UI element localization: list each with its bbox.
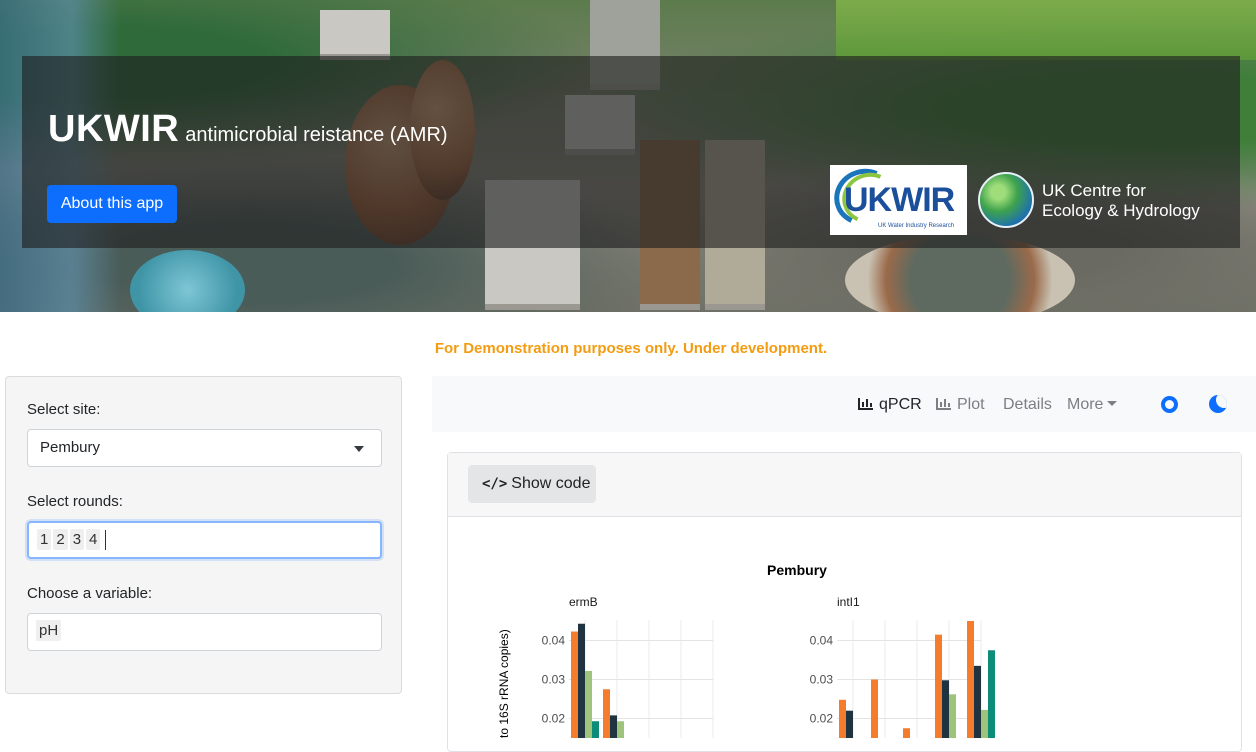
bar <box>610 715 617 738</box>
y-tick-label: 0.02 <box>542 712 566 726</box>
variable-label: Choose a variable: <box>27 585 153 602</box>
app-title-main: UKWIR <box>48 108 180 150</box>
sidebar-panel: Select site: Pembury Select rounds: 1234… <box>5 376 402 694</box>
tab-qpcr[interactable]: qPCR <box>858 396 922 414</box>
round-chip[interactable]: 2 <box>53 529 68 550</box>
y-tick-label: 0.02 <box>810 712 834 726</box>
tab-plot[interactable]: Plot <box>936 396 985 414</box>
banner-field <box>836 0 1256 60</box>
ceh-logo-text: UK Centre for Ecology & Hydrology <box>1042 181 1200 221</box>
tab-qpcr-label: qPCR <box>879 396 922 413</box>
show-code-label: Show code <box>511 475 591 492</box>
chart-y-axis-label: to 16S rRNA copies) <box>497 629 511 738</box>
chart-title: Pembury <box>767 562 827 578</box>
chevron-down-icon <box>1107 401 1118 406</box>
bar <box>617 721 624 738</box>
y-tick-label: 0.03 <box>810 673 834 687</box>
site-select-value: Pembury <box>40 439 101 456</box>
demo-notice: For Demonstration purposes only. Under d… <box>434 340 828 357</box>
app-subtitle: antimicrobial reistance (AMR) <box>185 124 448 146</box>
ukwir-logo-sub: UK Water Industry Research <box>878 223 955 229</box>
variable-chip[interactable]: pH <box>36 620 62 641</box>
rounds-label: Select rounds: <box>27 493 123 510</box>
tab-details[interactable]: Details <box>1003 396 1052 414</box>
rounds-multiselect[interactable]: 1234 <box>27 521 382 559</box>
menu-more-label: More <box>1067 396 1104 413</box>
bar-chart-icon <box>858 398 873 410</box>
ceh-globe-icon <box>978 172 1034 228</box>
bar <box>585 670 592 738</box>
bar <box>935 634 942 738</box>
chevron-down-icon <box>354 446 364 452</box>
y-tick-label: 0.04 <box>810 634 834 648</box>
ukwir-logo-word: UKWIR <box>844 181 955 219</box>
moon-icon[interactable] <box>1209 395 1227 413</box>
ukwir-logo: UKWIR UK Water Industry Research <box>826 160 967 235</box>
y-tick-label: 0.04 <box>542 634 566 648</box>
bar <box>603 689 610 738</box>
show-code-button[interactable]: </> Show code <box>468 465 596 503</box>
round-chip[interactable]: 1 <box>37 529 52 550</box>
variable-select[interactable]: pH <box>27 613 382 651</box>
top-navbar <box>432 376 1256 432</box>
ceh-line-2: Ecology & Hydrology <box>1042 201 1200 220</box>
bar <box>592 721 599 738</box>
site-label: Select site: <box>27 401 101 418</box>
app-title: UKWIR antimicrobial reistance (AMR) <box>48 108 448 151</box>
bar <box>846 710 853 738</box>
ceh-line-1: UK Centre for <box>1042 181 1146 200</box>
banner-tank <box>130 250 245 312</box>
qpcr-chart: Pembury to 16S rRNA copies) ermB 0.02 0.03… <box>497 562 1029 738</box>
round-chip[interactable]: 4 <box>86 529 101 550</box>
tab-plot-label: Plot <box>957 396 985 413</box>
bar <box>949 694 956 738</box>
banner-building <box>320 10 390 60</box>
bar <box>571 631 578 738</box>
about-app-button[interactable]: About this app <box>47 185 177 223</box>
bar <box>839 699 846 738</box>
chart-panels: ermB 0.02 0.03 0.04 intI1 0.02 0.03 0.04 <box>542 595 1029 738</box>
y-tick-label: 0.03 <box>542 673 566 687</box>
bar <box>967 621 974 738</box>
bar <box>988 650 995 738</box>
facet-label: ermB <box>569 595 598 609</box>
round-chip[interactable]: 3 <box>69 529 85 550</box>
card-header: </> Show code <box>448 453 1241 517</box>
github-icon[interactable] <box>1161 396 1178 413</box>
bar <box>981 709 988 738</box>
menu-more[interactable]: More <box>1067 396 1118 414</box>
bar <box>871 679 878 738</box>
facet-label: intI1 <box>837 595 860 609</box>
bar <box>903 728 910 738</box>
site-select[interactable]: Pembury <box>27 429 382 467</box>
bar-chart-icon <box>936 398 951 410</box>
text-cursor <box>105 530 107 551</box>
code-icon: </> <box>482 476 508 492</box>
bar <box>974 665 981 738</box>
bar <box>578 623 585 738</box>
bar <box>942 680 949 738</box>
